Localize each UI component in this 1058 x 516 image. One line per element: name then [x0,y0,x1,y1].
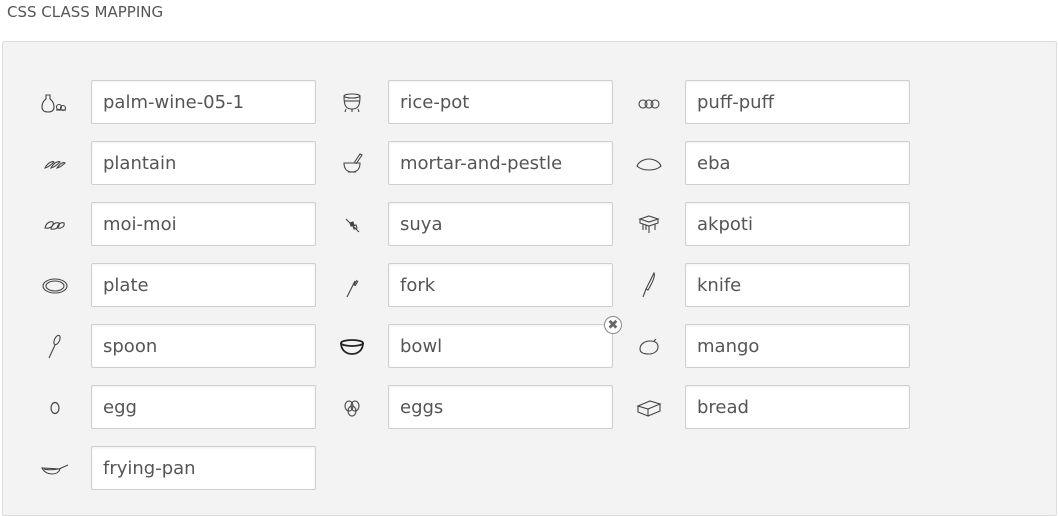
mapping-cell [39,202,339,246]
class-name-field[interactable] [388,202,613,246]
class-name-field[interactable] [388,80,613,124]
mapping-cell [39,324,339,368]
section-title: CSS CLASS MAPPING [7,3,164,21]
moi-moi-icon [39,208,71,240]
class-name-field[interactable] [685,263,910,307]
mapping-cell [633,80,933,124]
knife-icon [633,269,665,301]
class-name-input[interactable] [686,142,909,184]
mapping-cell [39,385,339,429]
class-name-input[interactable] [686,81,909,123]
class-name-field[interactable] [91,80,316,124]
mapping-cell [39,141,339,185]
class-name-input[interactable] [92,386,315,428]
class-name-input[interactable] [92,264,315,306]
plate-icon [39,269,71,301]
class-name-field[interactable] [91,446,316,490]
class-name-field[interactable] [91,141,316,185]
suya-icon [336,208,368,240]
class-name-input[interactable] [389,142,612,184]
class-name-field[interactable] [685,141,910,185]
class-name-input[interactable] [92,81,315,123]
eba-icon [633,147,665,179]
frying-pan-icon [39,452,71,484]
mango-icon [633,330,665,362]
class-name-field[interactable] [91,385,316,429]
class-name-input[interactable] [92,142,315,184]
mapping-cell [633,141,933,185]
class-name-field[interactable] [685,202,910,246]
class-name-field[interactable] [91,324,316,368]
mapping-cell [336,263,636,307]
class-name-input[interactable] [686,264,909,306]
mapping-cell [336,385,636,429]
class-name-input[interactable] [92,447,315,489]
mapping-cell [633,202,933,246]
rice-pot-icon [336,86,368,118]
plantain-icon [39,147,71,179]
egg-icon [39,391,71,423]
mapping-cell [336,141,636,185]
spoon-icon [39,330,71,362]
eggs-icon [336,391,368,423]
class-name-input[interactable] [389,203,612,245]
class-name-input[interactable] [389,81,612,123]
mapping-cell [336,80,636,124]
puff-puff-icon [633,86,665,118]
class-name-input[interactable] [686,386,909,428]
class-name-field[interactable] [91,202,316,246]
class-name-field[interactable] [91,263,316,307]
mapping-cell: ✖ [336,316,636,368]
class-name-field[interactable] [388,141,613,185]
fork-icon [336,269,368,301]
mapping-cell [633,324,933,368]
akpoti-icon [633,208,665,240]
mapping-cell [39,263,339,307]
mortar-and-pestle-icon [336,147,368,179]
class-name-input[interactable] [686,203,909,245]
class-name-field[interactable] [388,263,613,307]
class-name-field[interactable] [388,385,613,429]
mapping-cell [39,80,339,124]
mapping-cell [633,263,933,307]
class-name-field[interactable] [685,80,910,124]
bread-icon [633,391,665,423]
clear-field-icon[interactable]: ✖ [604,316,622,334]
palm-wine-icon [39,86,71,118]
class-name-field[interactable]: ✖ [388,316,622,368]
class-name-input[interactable] [92,325,315,367]
mapping-panel: ✖ [2,41,1057,516]
class-name-input[interactable] [92,203,315,245]
class-name-input[interactable] [389,264,612,306]
class-name-field[interactable] [685,324,910,368]
class-name-input[interactable] [686,325,909,367]
class-name-field[interactable] [685,385,910,429]
mapping-cell [336,202,636,246]
mapping-cell [633,385,933,429]
bowl-icon [336,330,368,362]
mapping-cell [39,446,339,490]
class-name-input[interactable] [389,386,612,428]
class-name-input[interactable] [389,325,612,367]
